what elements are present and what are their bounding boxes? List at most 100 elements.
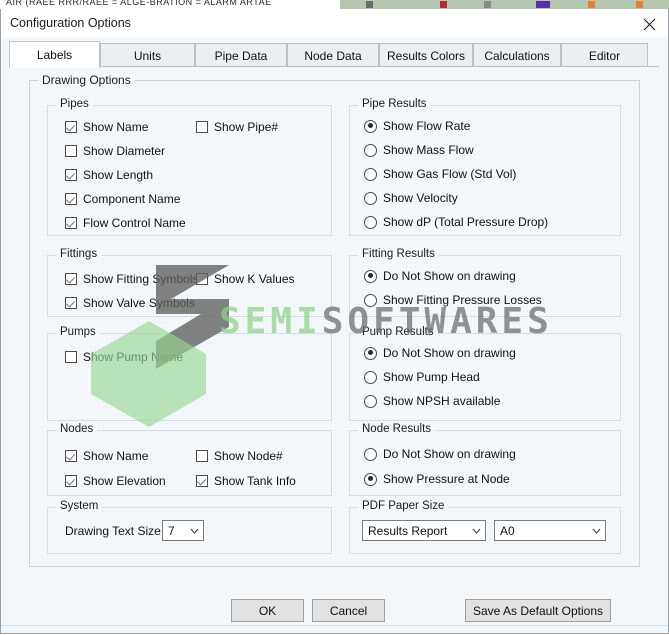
save-as-default-options-button[interactable]: Save As Default Options xyxy=(465,599,611,622)
radio-show-pressure-at-node[interactable]: Show Pressure at Node xyxy=(364,472,510,486)
checkbox-label: Show Pipe# xyxy=(214,120,279,134)
checkbox-box xyxy=(196,121,208,133)
tab-label: Calculations xyxy=(484,48,550,63)
pipes-group-label: Pipes xyxy=(56,98,93,110)
radio-show-flow-rate[interactable]: Show Flow Rate xyxy=(364,119,470,133)
radio-dot xyxy=(364,346,377,360)
tab-label: Units xyxy=(133,48,162,63)
drawing-options-label: Drawing Options xyxy=(38,73,135,87)
node-results-group-label: Node Results xyxy=(358,423,436,435)
radio-dot xyxy=(364,293,377,307)
tab-labels[interactable]: Labels xyxy=(9,41,100,68)
pdf-paper-size-group-label: PDF Paper Size xyxy=(358,500,449,512)
gray-icon xyxy=(484,1,491,8)
radio-label: Show Pressure at Node xyxy=(383,472,510,486)
radio-show-gas-flow[interactable]: Show Gas Flow (Std Vol) xyxy=(364,167,516,181)
node-results-group: Node Results xyxy=(349,423,621,496)
radio-dot xyxy=(364,447,377,461)
checkbox-node-show-name[interactable]: Show Name xyxy=(65,449,148,463)
pdf-paper-size-select[interactable]: A0 xyxy=(494,520,606,541)
radio-dot xyxy=(364,370,377,384)
radio-dot xyxy=(364,269,377,283)
tab-label: Editor xyxy=(588,48,621,63)
pumps-group-label: Pumps xyxy=(56,326,100,338)
radio-dot xyxy=(364,167,377,181)
checkbox-show-name[interactable]: Show Name xyxy=(65,120,148,134)
radio-show-fitting-pressure-losses[interactable]: Show Fitting Pressure Losses xyxy=(364,293,542,307)
footer-separator xyxy=(1,625,668,626)
red-icon xyxy=(440,1,447,8)
checkbox-component-name[interactable]: Component Name xyxy=(65,192,180,206)
pdf-report-type-select[interactable]: Results Report xyxy=(362,520,486,541)
checkbox-show-elevation[interactable]: Show Elevation xyxy=(65,474,166,488)
checkbox-box xyxy=(65,169,77,181)
radio-show-pump-head[interactable]: Show Pump Head xyxy=(364,370,480,384)
checkbox-label: Show Length xyxy=(83,168,154,182)
radio-label: Show Mass Flow xyxy=(383,143,474,157)
radio-dot xyxy=(364,215,377,229)
close-icon[interactable] xyxy=(636,13,662,35)
radio-dot xyxy=(364,119,377,133)
checkbox-box xyxy=(65,193,77,205)
checkbox-label: Flow Control Name xyxy=(83,216,186,230)
checkbox-label: Show Elevation xyxy=(83,474,166,488)
radio-fitting-do-not-show[interactable]: Do Not Show on drawing xyxy=(364,269,516,283)
checkbox-box xyxy=(196,273,208,285)
tab-label: Pipe Data xyxy=(214,48,268,63)
tab-strip: Units Pipe Data Node Data Results Colors… xyxy=(9,41,659,68)
checkbox-show-pipe-number[interactable]: Show Pipe# xyxy=(196,120,278,134)
radio-show-velocity[interactable]: Show Velocity xyxy=(364,191,458,205)
checkbox-box xyxy=(65,297,77,309)
checkbox-show-tank-info[interactable]: Show Tank Info xyxy=(196,474,296,488)
page-title: Configuration Options xyxy=(10,16,131,30)
checkbox-label: Show Tank Info xyxy=(214,474,296,488)
orange-icon xyxy=(588,1,595,8)
checkbox-show-valve-symbols[interactable]: Show Valve Symbols xyxy=(65,296,195,310)
radio-label: Do Not Show on drawing xyxy=(383,346,516,360)
radio-node-do-not-show[interactable]: Do Not Show on drawing xyxy=(364,447,516,461)
checkbox-show-length[interactable]: Show Length xyxy=(65,168,153,182)
radio-pump-do-not-show[interactable]: Do Not Show on drawing xyxy=(364,346,516,360)
cancel-button[interactable]: Cancel xyxy=(312,599,385,622)
checkbox-show-pump-name[interactable]: Show Pump Name xyxy=(65,350,183,364)
checkbox-show-diameter[interactable]: Show Diameter xyxy=(65,144,165,158)
radio-label: Show dP (Total Pressure Drop) xyxy=(383,215,549,229)
checkbox-flow-control-name[interactable]: Flow Control Name xyxy=(65,216,186,230)
chevron-down-icon xyxy=(185,528,203,534)
configuration-options-dialog: SEMISOFTWARES Configuration Options Unit… xyxy=(0,9,669,634)
drawing-text-size-select[interactable]: 7 xyxy=(162,520,204,541)
tab-units[interactable]: Units xyxy=(100,43,195,67)
drawing-text-size-label: Drawing Text Size xyxy=(65,524,161,538)
radio-show-npsh-available[interactable]: Show NPSH available xyxy=(364,394,500,408)
checkbox-label: Component Name xyxy=(83,192,181,206)
radio-label: Do Not Show on drawing xyxy=(383,447,516,461)
tab-editor[interactable]: Editor xyxy=(561,43,648,67)
checkbox-label: Show Node# xyxy=(214,449,283,463)
system-group-label: System xyxy=(56,500,103,512)
radio-label: Show Flow Rate xyxy=(383,119,471,133)
checkbox-show-fitting-symbols[interactable]: Show Fitting Symbols xyxy=(65,272,198,286)
radio-show-mass-flow[interactable]: Show Mass Flow xyxy=(364,143,474,157)
tab-results-colors[interactable]: Results Colors xyxy=(379,43,473,67)
ok-button[interactable]: OK xyxy=(231,599,304,622)
checkbox-box xyxy=(65,217,77,229)
ok-button-label: OK xyxy=(258,603,277,618)
tab-label: Labels xyxy=(36,48,73,62)
fitting-results-group: Fitting Results xyxy=(349,248,621,317)
chevron-down-icon xyxy=(587,528,605,534)
checkbox-label: Show K Values xyxy=(214,272,295,286)
checkbox-label: Show Fitting Symbols xyxy=(83,272,199,286)
checkbox-show-k-values[interactable]: Show K Values xyxy=(196,272,295,286)
checkbox-box xyxy=(196,475,208,487)
tab-label: Results Colors xyxy=(386,48,466,63)
checkbox-box xyxy=(65,145,77,157)
dollar-icon xyxy=(366,1,373,8)
radio-show-dp[interactable]: Show dP (Total Pressure Drop) xyxy=(364,215,548,229)
tab-calculations[interactable]: Calculations xyxy=(473,43,561,67)
pumps-group: Pumps xyxy=(47,326,332,421)
checkbox-show-node-number[interactable]: Show Node# xyxy=(196,449,283,463)
radio-dot xyxy=(364,472,377,486)
tab-pipe-data[interactable]: Pipe Data xyxy=(195,43,287,67)
tab-node-data[interactable]: Node Data xyxy=(287,43,379,67)
fittings-group-label: Fittings xyxy=(56,248,102,260)
